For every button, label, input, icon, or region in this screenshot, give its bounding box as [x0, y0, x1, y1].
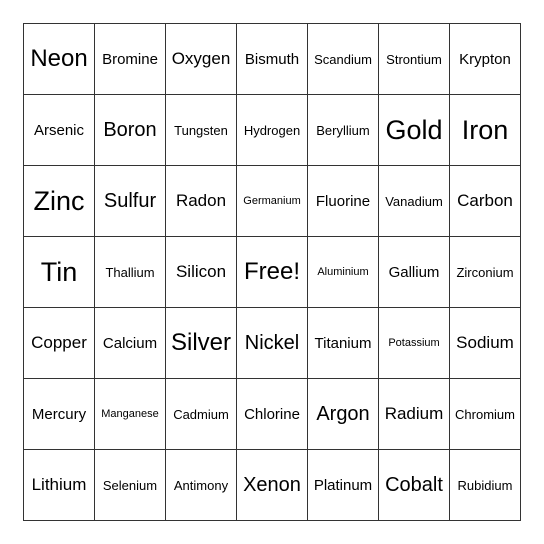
bingo-cell[interactable]: Chromium	[449, 378, 521, 450]
bingo-cell[interactable]: Strontium	[378, 23, 450, 95]
bingo-cell[interactable]: Bismuth	[236, 23, 308, 95]
bingo-cell[interactable]: Vanadium	[378, 165, 450, 237]
bingo-cell[interactable]: Silver	[165, 307, 237, 379]
bingo-cell[interactable]: Tungsten	[165, 94, 237, 166]
bingo-cell[interactable]: Neon	[23, 23, 95, 95]
bingo-board: Neon Bromine Oxygen Bismuth Scandium Strontiu…	[23, 23, 521, 521]
bingo-cell[interactable]: Titanium	[307, 307, 379, 379]
bingo-row: Arsenic Boron Tungsten Hydrogen Beryllium Gol…	[23, 94, 521, 166]
bingo-cell[interactable]: Thallium	[94, 236, 166, 308]
bingo-cell[interactable]: Rubidium	[449, 449, 521, 521]
bingo-row: Tin Thallium Silicon Free! Aluminium Gallium Z…	[23, 236, 521, 308]
bingo-cell[interactable]: Zirconium	[449, 236, 521, 308]
bingo-cell[interactable]: Fluorine	[307, 165, 379, 237]
bingo-cell[interactable]: Radium	[378, 378, 450, 450]
bingo-cell[interactable]: Xenon	[236, 449, 308, 521]
bingo-cell[interactable]: Argon	[307, 378, 379, 450]
bingo-cell[interactable]: Krypton	[449, 23, 521, 95]
bingo-cell[interactable]: Selenium	[94, 449, 166, 521]
bingo-grid: Neon Bromine Oxygen Bismuth Scandium Strontiu…	[23, 23, 521, 521]
bingo-cell[interactable]: Lithium	[23, 449, 95, 521]
bingo-cell[interactable]: Chlorine	[236, 378, 308, 450]
bingo-cell[interactable]: Calcium	[94, 307, 166, 379]
bingo-cell[interactable]: Hydrogen	[236, 94, 308, 166]
bingo-cell[interactable]: Silicon	[165, 236, 237, 308]
bingo-cell[interactable]: Oxygen	[165, 23, 237, 95]
bingo-cell[interactable]: Scandium	[307, 23, 379, 95]
bingo-row: Lithium Selenium Antimony Xenon Platinum Coba…	[23, 449, 521, 521]
bingo-cell[interactable]: Tin	[23, 236, 95, 308]
bingo-cell[interactable]: Antimony	[165, 449, 237, 521]
bingo-cell[interactable]: Sulfur	[94, 165, 166, 237]
bingo-cell[interactable]: Gold	[378, 94, 450, 166]
bingo-cell[interactable]: Carbon	[449, 165, 521, 237]
bingo-cell[interactable]: Manganese	[94, 378, 166, 450]
bingo-row: Zinc Sulfur Radon Germanium Fluorine Vanadium…	[23, 165, 521, 237]
bingo-cell[interactable]: Cadmium	[165, 378, 237, 450]
bingo-cell[interactable]: Iron	[449, 94, 521, 166]
bingo-cell[interactable]: Platinum	[307, 449, 379, 521]
bingo-cell[interactable]: Gallium	[378, 236, 450, 308]
bingo-cell[interactable]: Beryllium	[307, 94, 379, 166]
bingo-cell[interactable]: Boron	[94, 94, 166, 166]
bingo-cell[interactable]: Aluminium	[307, 236, 379, 308]
bingo-cell[interactable]: Mercury	[23, 378, 95, 450]
bingo-cell[interactable]: Zinc	[23, 165, 95, 237]
bingo-cell[interactable]: Potassium	[378, 307, 450, 379]
bingo-cell[interactable]: Germanium	[236, 165, 308, 237]
bingo-free-cell[interactable]: Free!	[236, 236, 308, 308]
bingo-row: Mercury Manganese Cadmium Chlorine Argon Radi…	[23, 378, 521, 450]
bingo-cell[interactable]: Arsenic	[23, 94, 95, 166]
bingo-cell[interactable]: Radon	[165, 165, 237, 237]
bingo-cell[interactable]: Cobalt	[378, 449, 450, 521]
bingo-cell[interactable]: Bromine	[94, 23, 166, 95]
bingo-cell[interactable]: Copper	[23, 307, 95, 379]
bingo-cell[interactable]: Nickel	[236, 307, 308, 379]
bingo-row: Neon Bromine Oxygen Bismuth Scandium Strontiu…	[23, 23, 521, 95]
bingo-cell[interactable]: Sodium	[449, 307, 521, 379]
bingo-row: Copper Calcium Silver Nickel Titanium Potassi…	[23, 307, 521, 379]
